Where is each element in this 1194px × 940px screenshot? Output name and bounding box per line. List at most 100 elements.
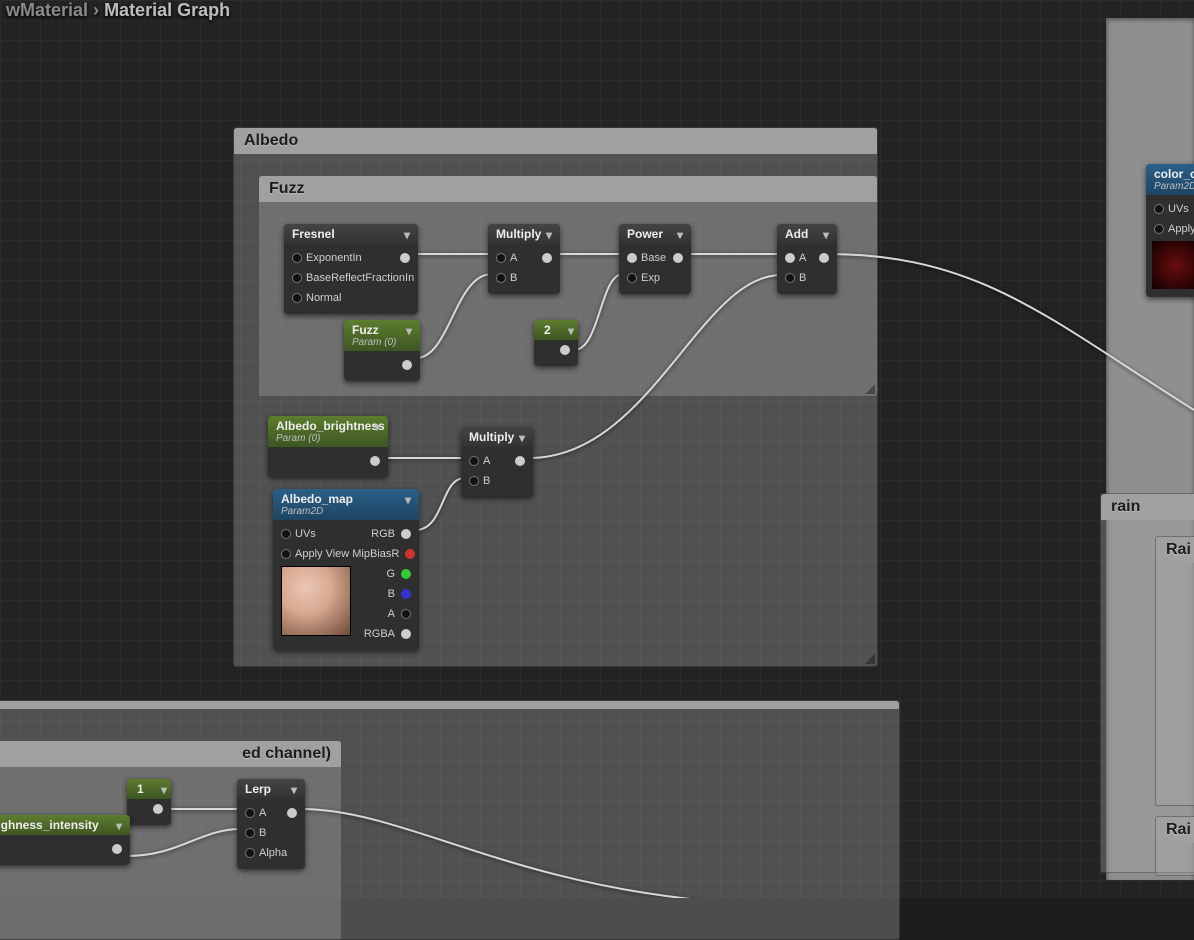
texture-thumbnail[interactable] — [1152, 241, 1194, 289]
input-pin[interactable] — [281, 529, 291, 539]
chevron-down-icon[interactable]: ▾ — [673, 228, 687, 242]
comment-title[interactable]: ed channel) — [0, 741, 341, 767]
node-header[interactable]: Albedo_brightness Param (0) ▾ — [268, 416, 388, 447]
output-pin[interactable] — [673, 253, 683, 263]
node-multiply[interactable]: Multiply ▾ A B — [488, 224, 560, 294]
chevron-down-icon[interactable]: ▾ — [568, 324, 574, 338]
output-pin[interactable] — [401, 529, 411, 539]
node-header[interactable]: e_roughness_intensity ▾ — [0, 815, 130, 835]
node-header[interactable]: Fresnel ▾ — [284, 224, 418, 244]
input-pin[interactable] — [1154, 204, 1164, 214]
chevron-down-icon[interactable]: ▾ — [287, 783, 301, 797]
input-pin[interactable] — [469, 456, 479, 466]
output-pin[interactable] — [542, 253, 552, 263]
output-pin[interactable] — [405, 549, 415, 559]
node-header[interactable]: Multiply ▾ — [461, 427, 533, 447]
node-fuzz-param[interactable]: Fuzz Param (0) ▾ — [344, 320, 420, 381]
chevron-down-icon[interactable]: ▾ — [819, 228, 833, 242]
output-pin[interactable] — [401, 569, 411, 579]
node-power[interactable]: Power ▾ Base Exp — [619, 224, 691, 294]
node-header[interactable]: 2 ▾ — [534, 320, 578, 340]
input-pin[interactable] — [245, 848, 255, 858]
resize-handle[interactable] — [865, 384, 875, 394]
node-title: 1 — [137, 782, 144, 796]
pin-label: RGBA — [364, 628, 397, 640]
chevron-down-icon[interactable]: ▾ — [542, 228, 556, 242]
comment-title[interactable]: Rai — [1156, 817, 1194, 843]
node-title: Add — [785, 227, 808, 241]
node-title: color_ch — [1154, 167, 1194, 181]
node-lerp[interactable]: Lerp ▾ A B Alpha — [237, 779, 305, 869]
input-pin[interactable] — [496, 253, 506, 263]
chevron-down-icon[interactable]: ▾ — [515, 431, 529, 445]
comment-title[interactable]: Rai — [1156, 537, 1194, 563]
node-header[interactable]: Lerp ▾ — [237, 779, 305, 799]
node-albedo-brightness[interactable]: Albedo_brightness Param (0) ▾ — [268, 416, 388, 477]
comment-title[interactable] — [0, 701, 899, 709]
output-pin[interactable] — [112, 844, 122, 854]
node-color-ch[interactable]: color_ch Param2D UVs Apply V — [1146, 164, 1194, 297]
chevron-down-icon[interactable]: ▾ — [112, 819, 126, 833]
input-pin[interactable] — [627, 273, 637, 283]
node-title: Albedo_brightness — [276, 419, 385, 433]
comment-title[interactable]: rain — [1101, 494, 1194, 520]
comment-rai[interactable]: Rai — [1155, 536, 1194, 806]
node-title: Multiply — [496, 227, 541, 241]
node-fresnel[interactable]: Fresnel ▾ ExponentIn BaseReflectFraction… — [284, 224, 418, 314]
input-pin[interactable] — [281, 549, 291, 559]
chevron-down-icon[interactable]: ▾ — [370, 420, 384, 434]
pin-label: Apply View MipBias — [295, 548, 391, 560]
node-header[interactable]: Add ▾ — [777, 224, 837, 244]
node-header[interactable]: 1 ▾ — [127, 779, 171, 799]
comment-rai2[interactable]: Rai — [1155, 816, 1194, 876]
node-header[interactable]: Fuzz Param (0) ▾ — [344, 320, 420, 351]
output-pin[interactable] — [401, 609, 411, 619]
node-constant-2[interactable]: 2 ▾ — [534, 320, 578, 366]
chevron-down-icon[interactable]: ▾ — [400, 228, 414, 242]
node-title: Lerp — [245, 782, 271, 796]
input-pin[interactable] — [469, 476, 479, 486]
input-pin[interactable] — [292, 293, 302, 303]
node-constant-1[interactable]: 1 ▾ — [127, 779, 171, 825]
input-pin[interactable] — [292, 273, 302, 283]
input-pin[interactable] — [1154, 224, 1164, 234]
input-pin[interactable] — [627, 253, 637, 263]
output-pin[interactable] — [400, 253, 410, 263]
chevron-down-icon[interactable]: ▾ — [161, 783, 167, 797]
pin-label: A — [799, 252, 806, 264]
node-header[interactable]: Albedo_map Param2D ▾ — [273, 489, 419, 520]
node-roughness-intensity[interactable]: e_roughness_intensity ▾ — [0, 815, 130, 865]
output-pin[interactable] — [402, 360, 412, 370]
texture-thumbnail[interactable] — [281, 566, 351, 636]
input-pin[interactable] — [292, 253, 302, 263]
output-pin[interactable] — [287, 808, 297, 818]
input-pin[interactable] — [245, 808, 255, 818]
chevron-down-icon[interactable]: ▾ — [401, 493, 415, 507]
comment-title[interactable]: Fuzz — [259, 176, 877, 202]
node-albedo-map[interactable]: Albedo_map Param2D ▾ UVsRGB Apply View M… — [273, 489, 419, 650]
output-pin[interactable] — [370, 456, 380, 466]
node-title: Multiply — [469, 430, 514, 444]
comment-title[interactable]: Albedo — [234, 128, 877, 154]
input-pin[interactable] — [496, 273, 506, 283]
output-pin[interactable] — [401, 629, 411, 639]
output-pin[interactable] — [515, 456, 525, 466]
output-pin[interactable] — [153, 804, 163, 814]
node-title: Albedo_map — [281, 492, 353, 506]
input-pin[interactable] — [245, 828, 255, 838]
node-header[interactable]: color_ch Param2D — [1146, 164, 1194, 195]
breadcrumb-prev[interactable]: wMaterial — [6, 0, 88, 20]
node-header[interactable]: Power ▾ — [619, 224, 691, 244]
node-add[interactable]: Add ▾ A B — [777, 224, 837, 294]
output-pin[interactable] — [560, 345, 570, 355]
chevron-down-icon[interactable]: ▾ — [402, 324, 416, 338]
input-pin[interactable] — [785, 253, 795, 263]
pin-label: B — [259, 827, 266, 839]
pin-label: UVs — [295, 528, 316, 540]
output-pin[interactable] — [819, 253, 829, 263]
output-pin[interactable] — [401, 589, 411, 599]
node-multiply[interactable]: Multiply ▾ A B — [461, 427, 533, 497]
node-header[interactable]: Multiply ▾ — [488, 224, 560, 244]
resize-handle[interactable] — [865, 654, 875, 664]
input-pin[interactable] — [785, 273, 795, 283]
